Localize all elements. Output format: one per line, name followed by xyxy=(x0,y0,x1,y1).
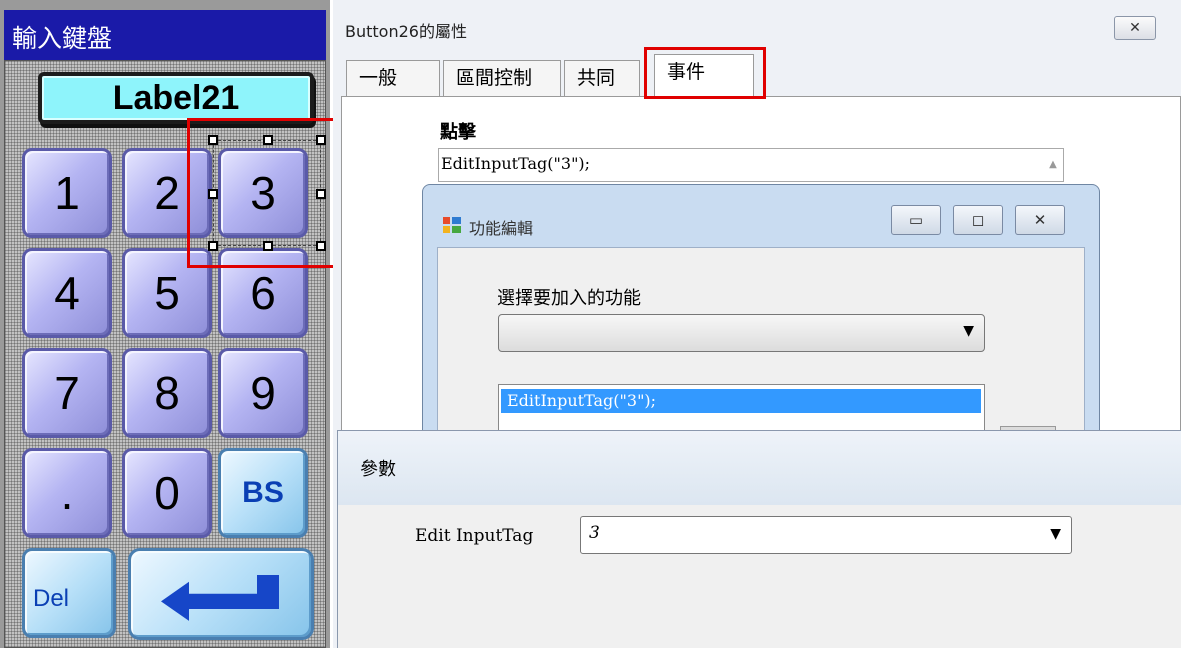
parameters-title: 參數 xyxy=(360,459,396,480)
chevron-down-icon: ▼ xyxy=(963,323,974,339)
properties-title: Button26的屬性 xyxy=(345,22,467,41)
delete-key[interactable]: Del xyxy=(22,548,116,638)
click-event-field[interactable]: EditInputTag("3"); xyxy=(438,148,1064,182)
app-window-icon xyxy=(443,217,461,233)
scroll-up-icon[interactable]: ▲ xyxy=(1044,150,1062,180)
close-button[interactable]: ✕ xyxy=(1015,205,1065,235)
list-item[interactable]: EditInputTag("3"); xyxy=(501,389,981,413)
minimize-button[interactable]: ▭ xyxy=(891,205,941,235)
key-9[interactable]: 9 xyxy=(218,348,308,438)
key-8[interactable]: 8 xyxy=(122,348,212,438)
key-1[interactable]: 1 xyxy=(22,148,112,238)
edit-inputtag-combobox[interactable]: 3 ▼ xyxy=(580,516,1072,554)
keypad-title: 輸入鍵盤 xyxy=(4,10,326,60)
tab-general[interactable]: 一般 xyxy=(346,60,440,96)
key-7[interactable]: 7 xyxy=(22,348,112,438)
function-dropdown[interactable]: ▼ xyxy=(498,314,985,352)
minimize-icon: ▭ xyxy=(908,211,924,229)
close-icon: ✕ xyxy=(1129,20,1141,36)
key-0[interactable]: 0 xyxy=(122,448,212,538)
highlight-box-tab xyxy=(644,47,766,99)
enter-key[interactable] xyxy=(128,548,314,640)
tab-common[interactable]: 共同 xyxy=(564,60,640,96)
maximize-icon: ◻ xyxy=(971,211,985,229)
backspace-key[interactable]: BS xyxy=(218,448,308,538)
combobox-value: 3 xyxy=(589,523,600,543)
parameters-titlebar: 參數 xyxy=(338,431,1181,505)
chevron-down-icon: ▼ xyxy=(1050,526,1061,542)
function-list[interactable]: EditInputTag("3"); xyxy=(498,384,985,434)
key-4[interactable]: 4 xyxy=(22,248,112,338)
highlight-box-key xyxy=(187,118,357,268)
enter-arrow-icon xyxy=(161,575,279,621)
properties-titlebar: Button26的屬性 ✕ xyxy=(333,0,1181,48)
close-icon: ✕ xyxy=(1033,211,1047,229)
edit-inputtag-label: Edit InputTag xyxy=(415,526,534,546)
close-button[interactable]: ✕ xyxy=(1114,16,1156,40)
key-dot[interactable]: . xyxy=(22,448,112,538)
maximize-button[interactable]: ◻ xyxy=(953,205,1003,235)
function-select-label: 選擇要加入的功能 xyxy=(497,288,641,309)
click-event-label: 點擊 xyxy=(440,122,476,143)
tab-range-control[interactable]: 區間控制 xyxy=(443,60,561,96)
function-dialog-title: 功能編輯 xyxy=(469,219,534,238)
display-label[interactable]: Label21 xyxy=(38,72,314,124)
